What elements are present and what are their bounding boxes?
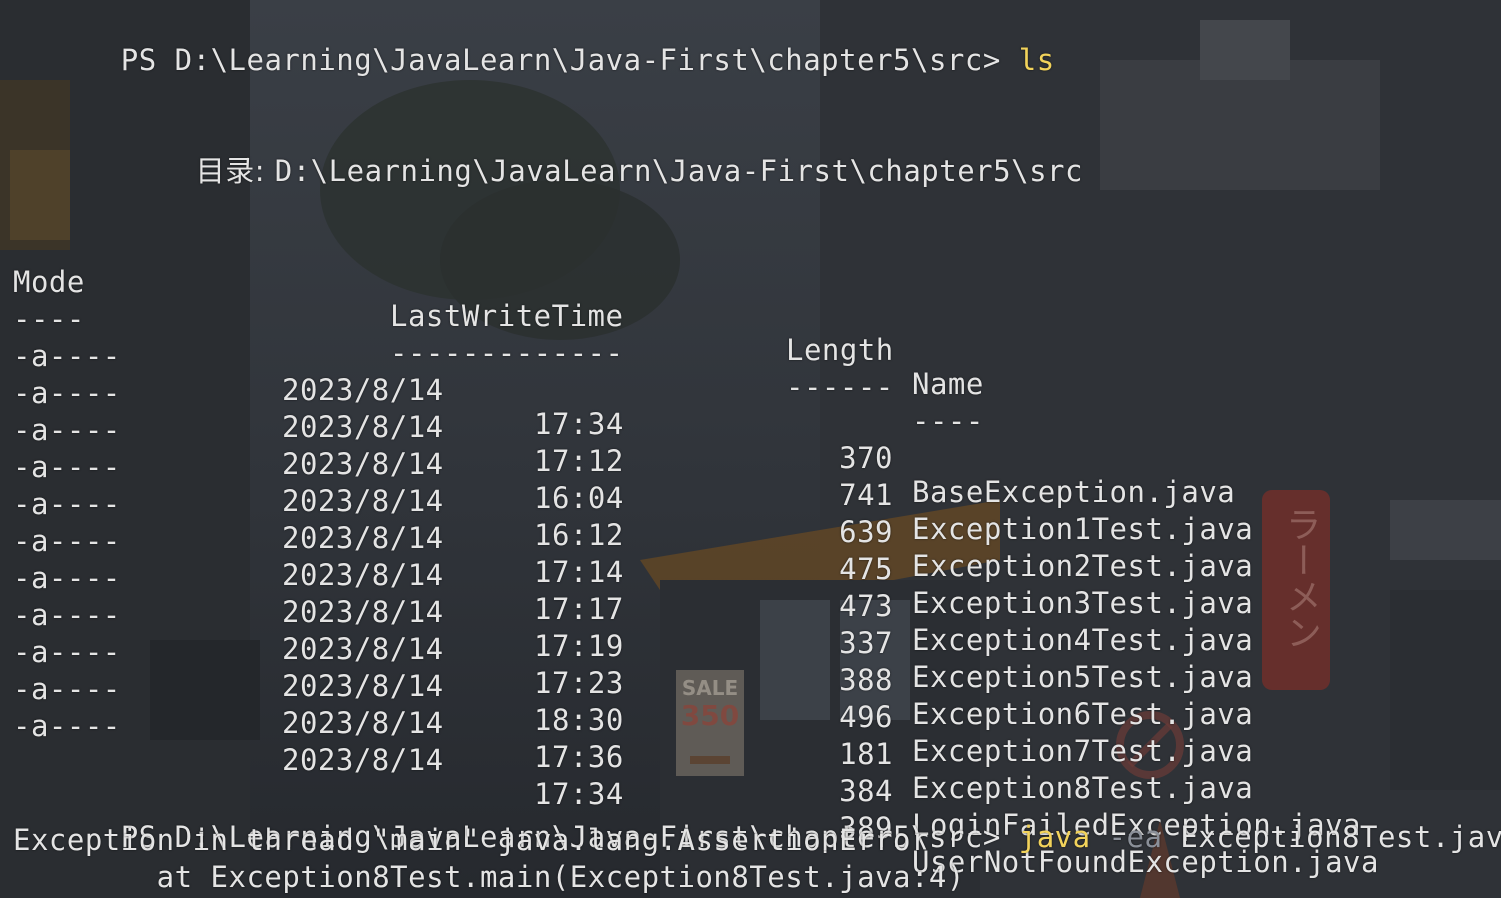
table-row: -a---- 2023/8/14 17:23 496 Exception7Tes… xyxy=(13,564,1413,768)
directory-line: 目录: D:\Learning\JavaLearn\Java-First\cha… xyxy=(88,120,1083,188)
table-row: -a---- 2023/8/14 18:30 181 Exception8Tes… xyxy=(13,601,1413,805)
command-argument: Exception8Test.java xyxy=(1162,820,1501,854)
row-name: Exception7Test.java xyxy=(912,734,1254,768)
prompt-prefix: PS D:\Learning\JavaLearn\Java-First\chap… xyxy=(120,43,1019,77)
prompt-line-1: PS D:\Learning\JavaLearn\Java-First\chap… xyxy=(13,9,1055,77)
row-time: 17:36 xyxy=(534,740,624,774)
table-row: -a---- 2023/8/14 16:12 475 Exception3Tes… xyxy=(13,416,1413,620)
row-date: 2023/8/14 xyxy=(282,743,444,777)
terminal-output: PS D:\Learning\JavaLearn\Java-First\chap… xyxy=(0,0,1501,898)
table-row: -a---- 2023/8/14 17:12 741 Exception1Tes… xyxy=(13,342,1413,546)
table-row: -a---- 2023/8/14 17:19 388 Exception6Tes… xyxy=(13,527,1413,731)
command-flag: -ea xyxy=(1090,820,1163,854)
table-row: -a---- 2023/8/14 17:36 384 LoginFailedEx… xyxy=(13,638,1413,842)
table-row: -a---- 2023/8/14 17:14 473 Exception4Tes… xyxy=(13,453,1413,657)
directory-label: 目录: xyxy=(195,154,275,188)
row-length: 181 xyxy=(839,737,893,771)
table-header: Mode LastWriteTime Length Name xyxy=(13,231,1013,401)
directory-path: D:\Learning\JavaLearn\Java-First\chapter… xyxy=(274,154,1083,188)
error-output-line-1: Exception in thread "main" java.lang.Ass… xyxy=(13,823,929,857)
error-output-line-2: at Exception8Test.main(Exception8Test.ja… xyxy=(13,860,965,894)
table-row: -a---- 2023/8/14 17:34 389 UserNotFoundE… xyxy=(13,675,1413,879)
terminal-window[interactable]: SALE 350 ラーメン PS D:\Learning\JavaLearn\J… xyxy=(0,0,1501,898)
prompt-line-2: PS D:\Learning\JavaLearn\Java-First\chap… xyxy=(13,786,1501,854)
table-row: -a---- 2023/8/14 17:17 337 Exception5Tes… xyxy=(13,490,1413,694)
row-date: 2023/8/14 xyxy=(282,706,444,740)
command-ls: ls xyxy=(1018,43,1055,77)
table-row: -a---- 2023/8/14 16:04 639 Exception2Tes… xyxy=(13,379,1413,583)
row-mode: -a---- xyxy=(13,709,121,743)
table-row: -a---- 2023/8/14 17:34 370 BaseException… xyxy=(13,305,1413,509)
table-separator: ---- ------------- ------ ---- xyxy=(13,268,1013,438)
command-java: java xyxy=(1018,820,1091,854)
